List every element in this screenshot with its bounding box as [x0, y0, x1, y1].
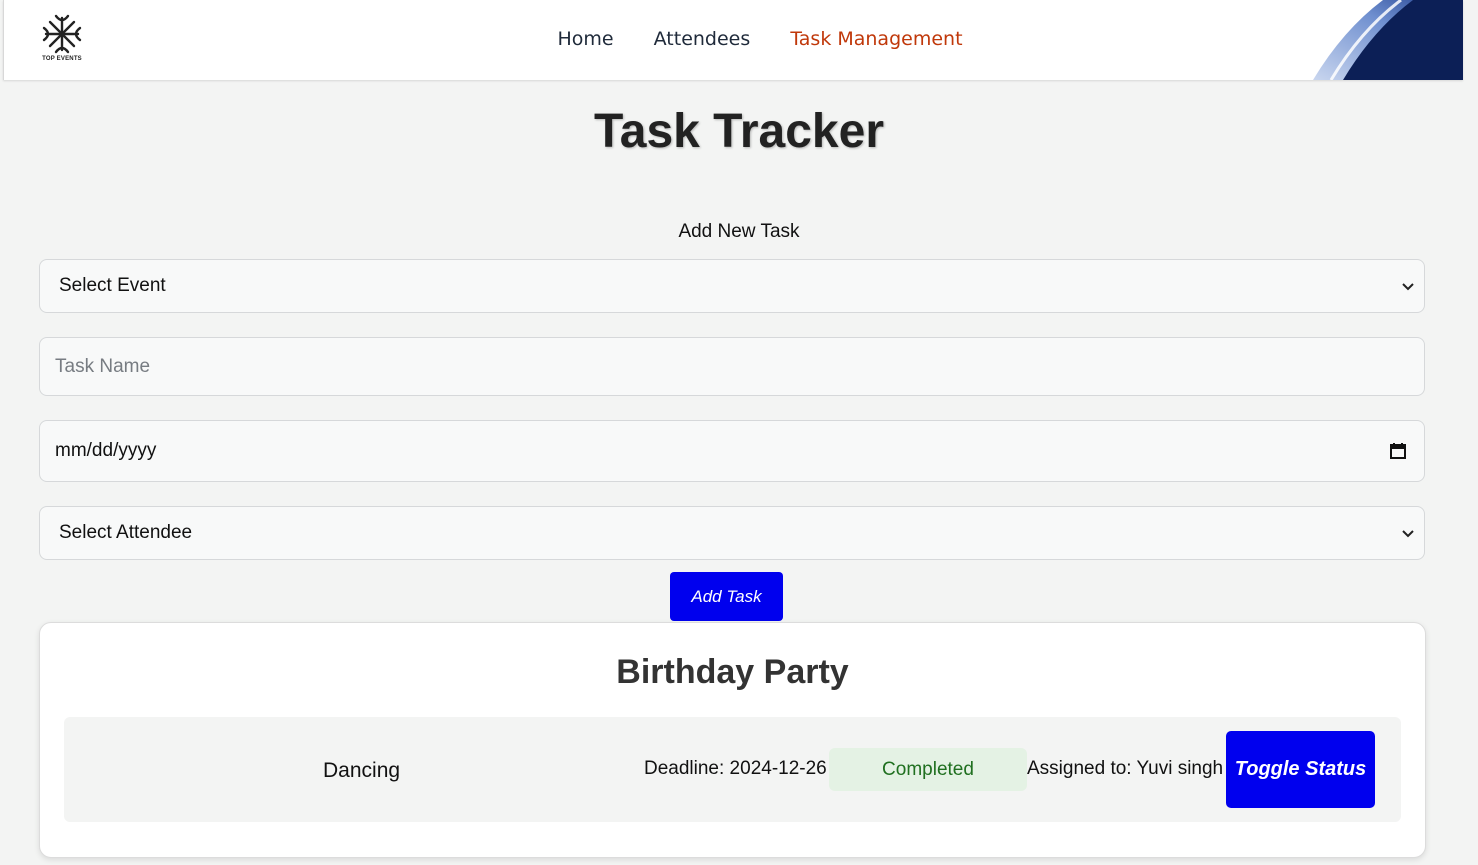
task-deadline: Deadline: 2024-12-26 — [644, 758, 827, 779]
navbar: TOP EVENTS Home Attendees Task Managemen… — [3, 0, 1463, 80]
status-badge: Completed — [829, 748, 1027, 791]
task-name: Dancing — [323, 759, 401, 782]
task-row: Dancing Deadline: 2024-12-26 Completed A… — [64, 717, 1401, 822]
event-select-value: Select Event — [59, 275, 166, 296]
add-task-heading: Add New Task — [678, 221, 800, 242]
nav-home[interactable]: Home — [557, 28, 613, 50]
date-placeholder: mm/dd/yyyy — [55, 440, 157, 461]
event-select[interactable]: Select Event — [39, 259, 1425, 313]
attendee-select-value: Select Attendee — [59, 522, 193, 543]
calendar-icon[interactable] — [1389, 442, 1407, 460]
deadline-date-input[interactable]: mm/dd/yyyy — [39, 420, 1425, 482]
chevron-down-icon — [1402, 530, 1414, 538]
task-assignee: Assigned to: Yuvi singh — [1027, 758, 1224, 779]
chevron-down-icon — [1402, 283, 1414, 291]
event-title: Birthday Party — [616, 653, 849, 691]
header-decoration — [1313, 0, 1463, 80]
logo-text: TOP EVENTS — [42, 56, 82, 62]
page-title: Task Tracker — [594, 105, 884, 158]
nav-links: Home Attendees Task Management — [4, 28, 1463, 50]
task-name-placeholder: Task Name — [55, 355, 151, 377]
event-card: Birthday Party Dancing Deadline: 2024-12… — [39, 622, 1426, 858]
toggle-status-button[interactable]: Toggle Status — [1226, 731, 1375, 808]
nav-task-management[interactable]: Task Management — [790, 28, 962, 50]
attendee-select[interactable]: Select Attendee — [39, 506, 1425, 560]
task-name-input[interactable]: Task Name — [39, 337, 1425, 396]
add-task-button[interactable]: Add Task — [670, 572, 783, 621]
nav-attendees[interactable]: Attendees — [654, 28, 751, 50]
